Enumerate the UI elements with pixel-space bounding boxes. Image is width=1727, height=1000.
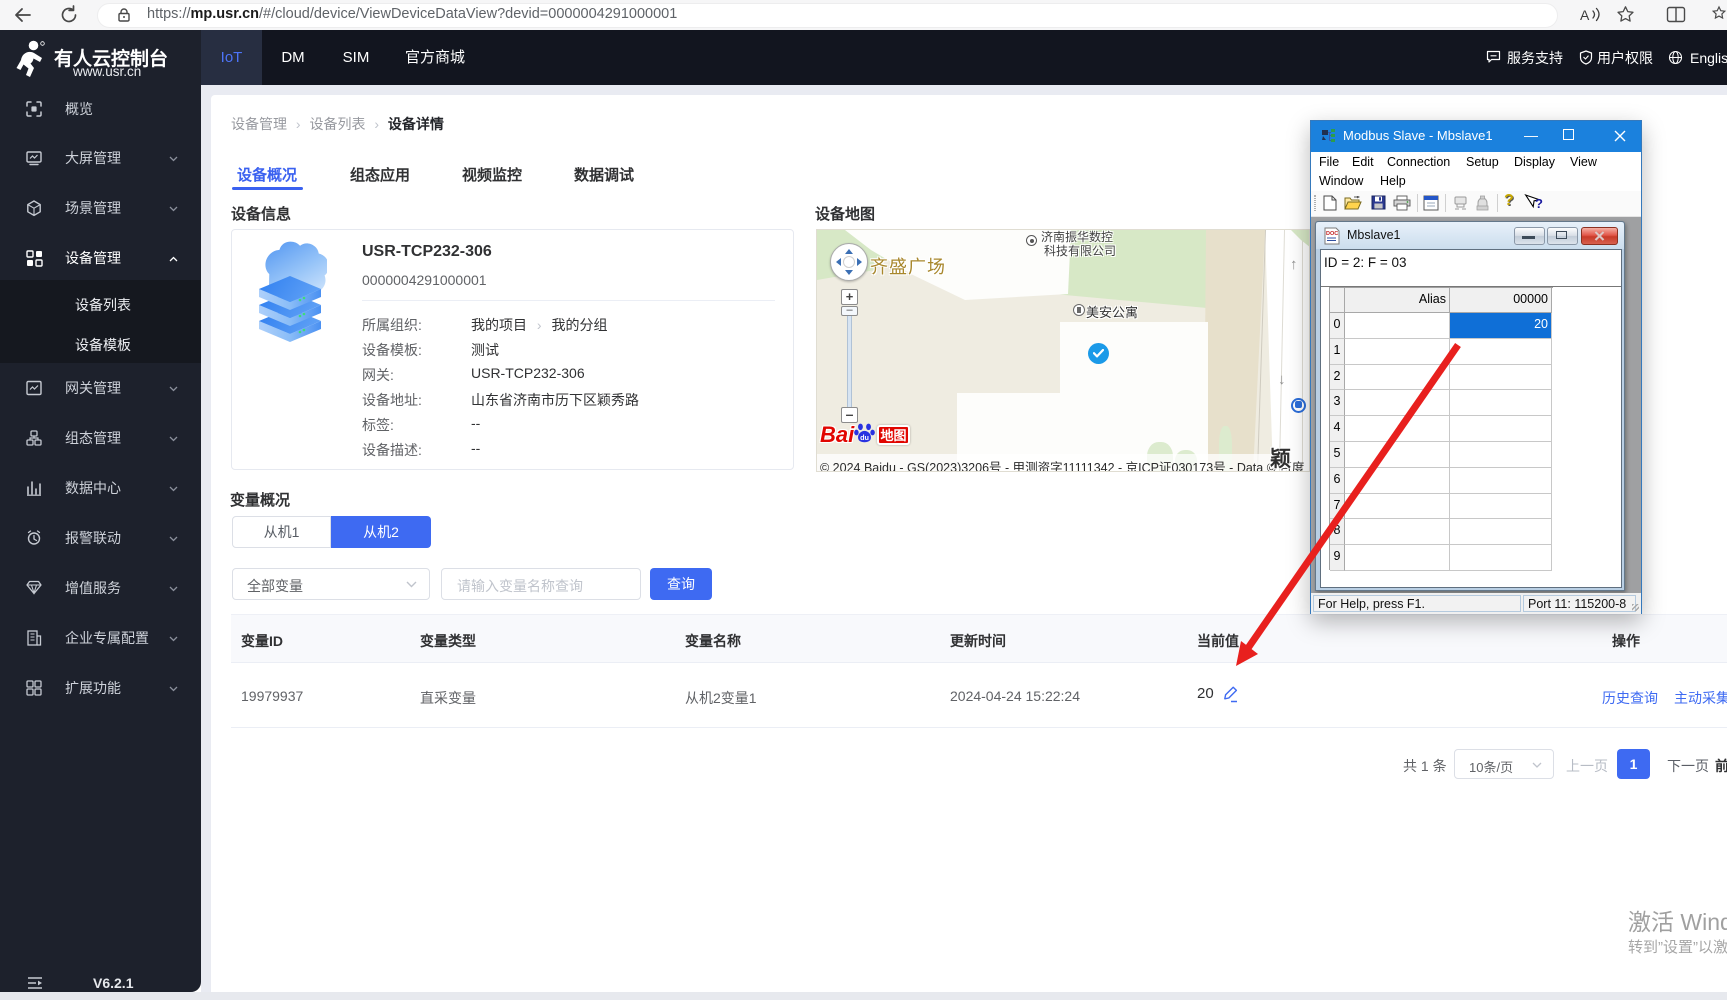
svg-text:A: A: [1580, 7, 1590, 23]
svg-text:du: du: [860, 433, 869, 442]
svg-text:?: ?: [1535, 196, 1543, 211]
svg-text:DOC: DOC: [1326, 231, 1338, 237]
